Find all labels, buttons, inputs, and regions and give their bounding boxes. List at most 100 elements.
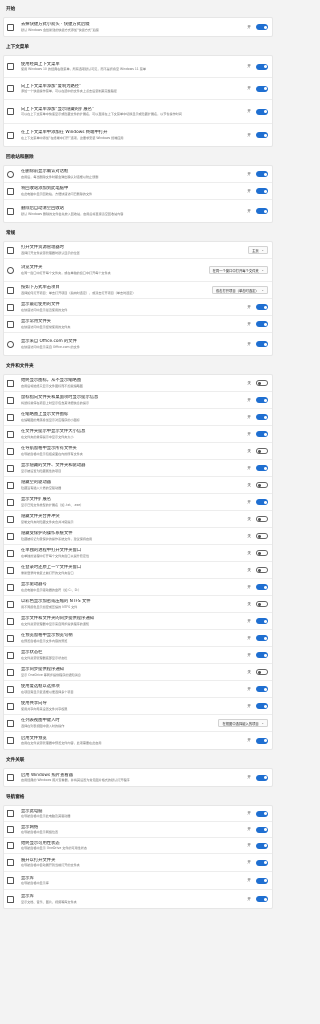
toggle-switch[interactable] — [256, 584, 268, 590]
setting-row[interactable]: 隐藏受保护的操作系统文件 隐藏被标记为受保护的操作系统文件，建议保持启用关 — [4, 528, 272, 545]
setting-row[interactable]: 按如下方式单击项目 选择如何打开项目：单击打开项目（指向时选定），或双击打开项目（… — [4, 282, 272, 299]
toggle-state-label: 开 — [247, 499, 251, 504]
setting-row[interactable]: 显示常用文件夹 在快速访问中显示经常使用的文件夹开 — [4, 316, 272, 333]
toggle-switch[interactable] — [256, 448, 268, 454]
toggle-switch[interactable] — [256, 63, 268, 70]
toggle-switch[interactable] — [256, 533, 268, 539]
toggle-switch[interactable] — [256, 85, 268, 92]
setting-text: 显示驱动器号 在此电脑中显示驱动器的盘符（如 C:、D:） — [21, 582, 247, 592]
setting-row[interactable]: 删除后自动清空回收站 默认 Windows 删除的文件会先放入回收站，启用后将直接… — [4, 200, 272, 222]
setting-dropdown[interactable]: 主页 ⌄ — [248, 246, 268, 254]
setting-row[interactable]: 在单独的进程中打开文件夹窗口 在单独的进程中打开每个文件夹窗口以提升稳定性关 — [4, 545, 272, 562]
toggle-switch[interactable] — [256, 341, 268, 347]
setting-row[interactable]: 隐藏空的驱动器 隐藏没有插入介质的空驱动器关 — [4, 477, 272, 494]
toggle-switch[interactable] — [256, 842, 268, 849]
setting-row[interactable]: 始终显示图标，从不显示缩略图 启用后将始终只显示文件图标而不加载缩略图关 — [4, 375, 272, 392]
setting-row[interactable]: 在导航窗格中显示所有文件夹 在导航窗格中显示包括桌面在内的所有文件夹关 — [4, 443, 272, 460]
setting-row[interactable]: 显示网络 在导航窗格中显示网络位置开 — [4, 822, 272, 838]
toggle-switch[interactable] — [256, 465, 268, 471]
toggle-switch[interactable] — [256, 208, 268, 214]
setting-row[interactable]: 在预览窗格中显示预览句柄 在预览窗格中显示文件内容的预览开 — [4, 630, 272, 647]
settings-group: 使用经典上下文菜单 使用 Windows 10 的经典右键菜单，所有选项默认可见，… — [3, 55, 273, 147]
setting-description: 在缩略图的角落叠加显示对应程序的小图标 — [21, 417, 80, 422]
setting-row[interactable]: 打开文件资源管理器时 选择打开文件资源管理器时默认显示的位置 主页 ⌄ — [4, 242, 272, 259]
toggle-switch[interactable] — [256, 108, 268, 115]
setting-row[interactable]: 显示状态栏 在文件资源管理器底部显示状态栏开 — [4, 647, 272, 664]
setting-row[interactable]: 展开以打开文件夹 在导航窗格中自动展开到当前打开的文件夹开 — [4, 854, 272, 872]
setting-row[interactable]: 显示库 在导航窗格中显示库开 — [4, 872, 272, 890]
setting-row[interactable]: 显示最近使用的文件 在快速访问中显示最近使用的文件开 — [4, 299, 272, 316]
setting-row[interactable]: 显示隐藏的文件、文件夹和驱动器 显示被设置为隐藏属性的项目开 — [4, 460, 272, 477]
toggle-switch[interactable] — [256, 703, 268, 709]
setting-row[interactable]: 使用共享向导 使用共享向导来设置文件共享权限开 — [4, 698, 272, 715]
setting-dropdown[interactable]: 双击打开项目（单击时选定） ⌄ — [211, 286, 268, 294]
toggle-switch[interactable] — [256, 737, 268, 744]
setting-description: 选择在列表视图中键入时的操作 — [21, 723, 65, 728]
setting-row[interactable]: 鼠标指向文件夹和桌面项时显示提示信息 将鼠标悬停在项目上时显示包含其详细信息的提示… — [4, 392, 272, 409]
toggle-switch[interactable] — [256, 567, 268, 573]
setting-row[interactable]: 在缩略图上显示文件图标 在缩略图的角落叠加显示对应程序的小图标开 — [4, 409, 272, 426]
setting-row[interactable]: 在登录时还原上一个文件夹窗口 重新登录时恢复之前打开的文件夹窗口关 — [4, 562, 272, 579]
setting-description: 在导航窗格中显示此电脑及其驱动器 — [21, 814, 71, 819]
toggle-switch[interactable] — [256, 877, 268, 884]
toggle-switch[interactable] — [256, 686, 268, 692]
toggle-switch[interactable] — [256, 304, 268, 310]
setting-row[interactable]: 在删除前显示确认对话框 启用后，每当删除文件时都会弹出确认对话框以防止误删开 — [4, 166, 272, 183]
toggle-switch[interactable] — [256, 826, 268, 833]
toggle-state-label: 开 — [247, 686, 251, 691]
setting-row[interactable]: 显示此电脑 在导航窗格中显示此电脑及其驱动器开 — [4, 806, 272, 822]
setting-row[interactable]: 显示文件和文件夹的同步提供程序通知 在文件资源管理器中显示来自同步提供程序的通知开 — [4, 613, 272, 630]
setting-dropdown[interactable]: 在同一个窗口中打开每个文件夹 ⌄ — [208, 266, 268, 274]
toggle-switch[interactable] — [256, 810, 268, 817]
toggle-switch[interactable] — [256, 550, 268, 556]
setting-description: 启用后将始终只显示文件图标而不加载缩略图 — [21, 383, 83, 388]
toggle-switch[interactable] — [256, 669, 268, 675]
setting-row[interactable]: 在文件夹提示中显示文件大小信息 在文件夹的悬停提示中显示文件夹大小开 — [4, 426, 272, 443]
setting-description: 隐藏被标记为受保护的操作系统文件，建议保持启用 — [21, 536, 93, 541]
setting-row[interactable]: 向上下文菜单添加“显示隐藏的扩展名” 可以在上下文菜单中快速显示或隐藏文件的扩展名… — [4, 100, 272, 124]
toggle-switch[interactable] — [256, 397, 268, 403]
toggle-switch[interactable] — [256, 188, 268, 194]
setting-row[interactable]: 向上下文菜单添加“复制为路径” 添加一个快捷操作菜单，可以在选中的文件夹上点击后复… — [4, 78, 272, 100]
file-icon — [7, 464, 14, 472]
toggle-switch[interactable] — [256, 132, 268, 138]
file-icon — [7, 430, 14, 438]
file-icon — [7, 379, 14, 387]
toggle-switch[interactable] — [256, 652, 268, 658]
setting-row[interactable]: 隐藏文件夹合并冲突 复制文件夹时隐藏文件夹合并冲突提示关 — [4, 511, 272, 528]
toggle-switch[interactable] — [256, 24, 268, 30]
toggle-switch[interactable] — [256, 431, 268, 437]
toggle-switch[interactable] — [256, 601, 268, 607]
toggle-switch[interactable] — [256, 896, 268, 902]
setting-row[interactable]: 以彩色显示加密或压缩的 NTFS 文件 用不同颜色显示加密或压缩的 NTFS 文件… — [4, 596, 272, 613]
setting-dropdown[interactable]: 在视图中选择键入的项目 ⌄ — [218, 719, 268, 727]
setting-row[interactable]: 启用 Windows 照片查看器 启用经典的 Windows 照片查看器，并将其设… — [4, 769, 272, 786]
setting-row[interactable]: 启用文件预览 启用在文件资源管理器中预览文件内容，此项需要在此启用开 — [4, 732, 272, 749]
setting-row[interactable]: 使用复选框以选择项 在项目旁显示复选框以便选择多个项目开 — [4, 681, 272, 698]
setting-row[interactable]: 显示同步提供程序通知 显示 OneDrive 等同步提供程序的通知消息关 — [4, 664, 272, 681]
setting-row[interactable]: 显示文件扩展名 显示已知文件类型的扩展名（如 .txt、.exe）开 — [4, 494, 272, 511]
toggle-switch[interactable] — [256, 618, 268, 624]
toggle-switch[interactable] — [256, 516, 268, 522]
setting-row[interactable]: 使用经典上下文菜单 使用 Windows 10 的经典右键菜单，所有选项默认可见，… — [4, 56, 272, 78]
toggle-switch[interactable] — [256, 499, 268, 505]
toggle-state-label: 关 — [247, 516, 251, 521]
toggle-switch[interactable] — [256, 635, 268, 641]
toggle-switch[interactable] — [256, 859, 268, 866]
setting-row[interactable]: 显示来自 Office.com 的文件 在快速访问中显示来自 Office.com… — [4, 333, 272, 355]
toggle-state-label: 关 — [247, 380, 251, 385]
setting-row[interactable]: 显示驱动器号 在此电脑中显示驱动器的盘符（如 C:、D:）开 — [4, 579, 272, 596]
toggle-switch[interactable] — [256, 774, 268, 781]
toggle-switch[interactable] — [256, 482, 268, 488]
setting-row[interactable]: 将回收站添加到此电脑中 在此电脑中显示回收站，方便快速访问已删除的文件开 — [4, 183, 272, 200]
setting-row[interactable]: 浏览文件夹 在同一窗口中打开每个文件夹，或在单独的窗口中打开每个文件夹 在同一个窗口… — [4, 259, 272, 282]
toggle-switch[interactable] — [256, 380, 268, 386]
toggle-switch[interactable] — [256, 414, 268, 420]
toggle-switch[interactable] — [256, 321, 268, 327]
toggle-switch[interactable] — [256, 171, 268, 177]
setting-row[interactable]: 在上下文菜单中添加在 Windows 终端中打开 在上下文菜单中添加“在终端中打开… — [4, 124, 272, 146]
setting-row[interactable]: 显示库 显示文档、音乐、图片、视频等库文件夹开 — [4, 890, 272, 908]
setting-row[interactable]: 始终显示可用性状态 在导航窗格中显示 OneDrive 文件的可用性状态开 — [4, 838, 272, 854]
setting-row[interactable]: 在列表视图中键入时 选择在列表视图中键入时的操作 在视图中选择键入的项目 ⌄ — [4, 715, 272, 732]
setting-row[interactable]: 去掉快捷方式小箭头 · 快捷方式后缀 默认 Windows 会给新建的快捷方式添加… — [4, 18, 272, 36]
